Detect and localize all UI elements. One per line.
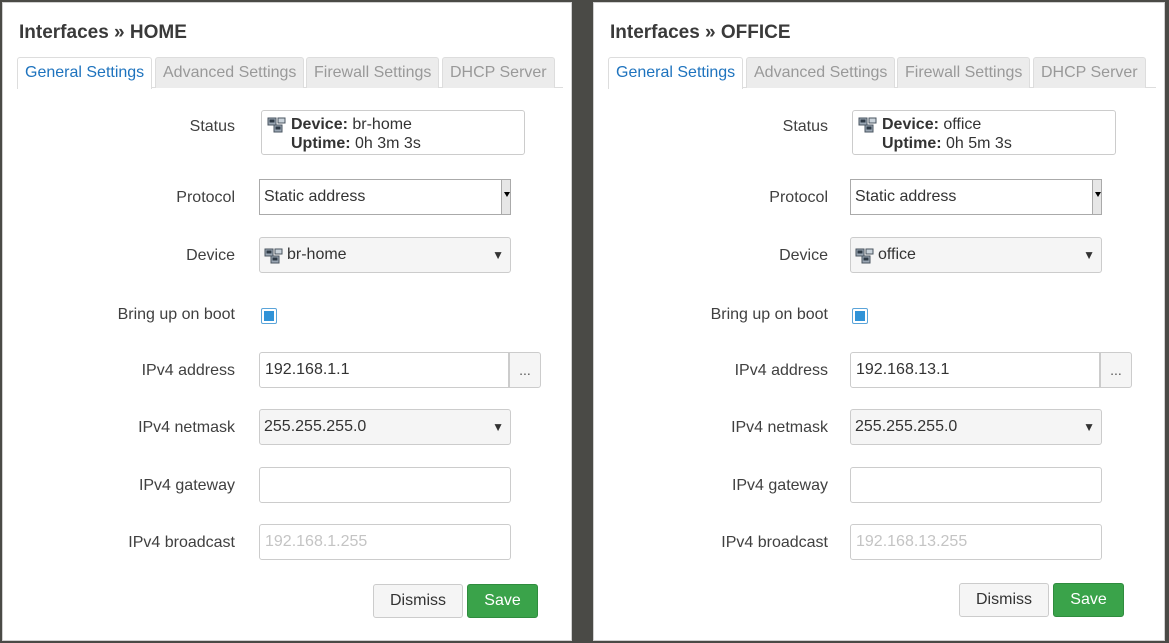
status-device-label: Device:: [291, 116, 348, 133]
device-label: Device: [779, 247, 828, 264]
tab-dhcp-server[interactable]: DHCP Server: [442, 57, 555, 88]
checkbox-checked-mark: [855, 311, 865, 321]
status-device-value: office: [943, 116, 982, 133]
status-device-label: Device:: [882, 116, 939, 133]
ipv4-gateway-label: IPv4 gateway: [731, 477, 828, 494]
interface-dialog-office: Interfaces » OFFICE General Settings Adv…: [593, 2, 1165, 641]
ipv4-netmask-select[interactable]: 255.255.255.0 ▼: [850, 409, 1102, 445]
ipv4-netmask-value: 255.255.255.0: [264, 418, 367, 435]
protocol-select[interactable]: Static address: [850, 179, 1102, 215]
status-uptime-value: 0h 5m 3s: [946, 135, 1012, 152]
bring-up-on-boot-label: Bring up on boot: [710, 306, 828, 323]
protocol-value: Static address: [855, 188, 957, 205]
tab-firewall-settings[interactable]: Firewall Settings: [897, 57, 1031, 88]
bring-up-on-boot-checkbox[interactable]: [261, 308, 277, 324]
checkbox-checked-mark: [264, 311, 274, 321]
protocol-value: Static address: [264, 188, 366, 205]
tab-advanced-settings[interactable]: Advanced Settings: [155, 57, 305, 88]
status-label: Status: [782, 118, 828, 135]
ipv4-netmask-label: IPv4 netmask: [731, 419, 828, 436]
tab-general-settings[interactable]: General Settings: [608, 57, 744, 89]
ipv4-broadcast-label: IPv4 broadcast: [721, 534, 828, 551]
status-label: Status: [189, 118, 235, 135]
dismiss-button[interactable]: Dismiss: [959, 583, 1049, 617]
ipv4-address-label: IPv4 address: [734, 362, 828, 379]
dropdown-arrow-icon: [1092, 180, 1101, 214]
ipv4-netmask-value: 255.255.255.0: [855, 418, 958, 435]
network-ports-icon: [855, 248, 875, 269]
tab-bar: General Settings Advanced Settings Firew…: [17, 57, 563, 89]
ipv4-broadcast-input[interactable]: [850, 524, 1102, 560]
tab-bar: General Settings Advanced Settings Firew…: [608, 57, 1156, 89]
device-select[interactable]: office ▼: [850, 237, 1102, 273]
ipv4-gateway-input[interactable]: [259, 467, 511, 503]
dialog-title: Interfaces » OFFICE: [610, 22, 791, 43]
ipv4-broadcast-label: IPv4 broadcast: [128, 534, 235, 551]
device-select[interactable]: br-home ▼: [259, 237, 511, 273]
ipv4-broadcast-input[interactable]: [259, 524, 511, 560]
dropdown-arrow-icon: ▼: [492, 248, 504, 262]
save-button[interactable]: Save: [467, 584, 538, 618]
device-value: office: [878, 246, 916, 263]
ipv4-gateway-input[interactable]: [850, 467, 1102, 503]
tab-firewall-settings[interactable]: Firewall Settings: [306, 57, 440, 88]
protocol-label: Protocol: [769, 189, 828, 206]
tab-dhcp-server[interactable]: DHCP Server: [1033, 57, 1146, 88]
dropdown-arrow-icon: [501, 180, 510, 214]
ipv4-address-input[interactable]: [850, 352, 1100, 388]
ipv4-gateway-label: IPv4 gateway: [138, 477, 235, 494]
interface-dialog-home: Interfaces » HOME General Settings Advan…: [2, 2, 572, 641]
protocol-label: Protocol: [176, 189, 235, 206]
device-label: Device: [186, 247, 235, 264]
status-box: Device: office Uptime: 0h 5m 3s: [852, 110, 1116, 155]
protocol-select[interactable]: Static address: [259, 179, 511, 215]
ipv4-netmask-select[interactable]: 255.255.255.0 ▼: [259, 409, 511, 445]
tab-advanced-settings[interactable]: Advanced Settings: [746, 57, 896, 88]
status-box: Device: br-home Uptime: 0h 3m 3s: [261, 110, 525, 155]
status-uptime-label: Uptime:: [291, 135, 351, 152]
ipv4-address-more-button[interactable]: ...: [1100, 352, 1132, 388]
bring-up-on-boot-checkbox[interactable]: [852, 308, 868, 324]
ipv4-address-input[interactable]: [259, 352, 509, 388]
tab-general-settings[interactable]: General Settings: [17, 57, 153, 89]
network-ports-icon: [267, 117, 287, 138]
ipv4-address-more-button[interactable]: ...: [509, 352, 541, 388]
status-uptime-label: Uptime:: [882, 135, 942, 152]
network-ports-icon: [858, 117, 878, 138]
dropdown-arrow-icon: ▼: [1083, 248, 1095, 262]
dismiss-button[interactable]: Dismiss: [373, 584, 463, 618]
device-value: br-home: [287, 246, 347, 263]
status-device-value: br-home: [352, 116, 412, 133]
status-uptime-value: 0h 3m 3s: [355, 135, 421, 152]
ipv4-address-label: IPv4 address: [141, 362, 235, 379]
dropdown-arrow-icon: ▼: [492, 420, 504, 434]
bring-up-on-boot-label: Bring up on boot: [117, 306, 235, 323]
save-button[interactable]: Save: [1053, 583, 1124, 617]
dropdown-arrow-icon: ▼: [1083, 420, 1095, 434]
ipv4-netmask-label: IPv4 netmask: [138, 419, 235, 436]
dialog-title: Interfaces » HOME: [19, 22, 187, 43]
network-ports-icon: [264, 248, 284, 269]
